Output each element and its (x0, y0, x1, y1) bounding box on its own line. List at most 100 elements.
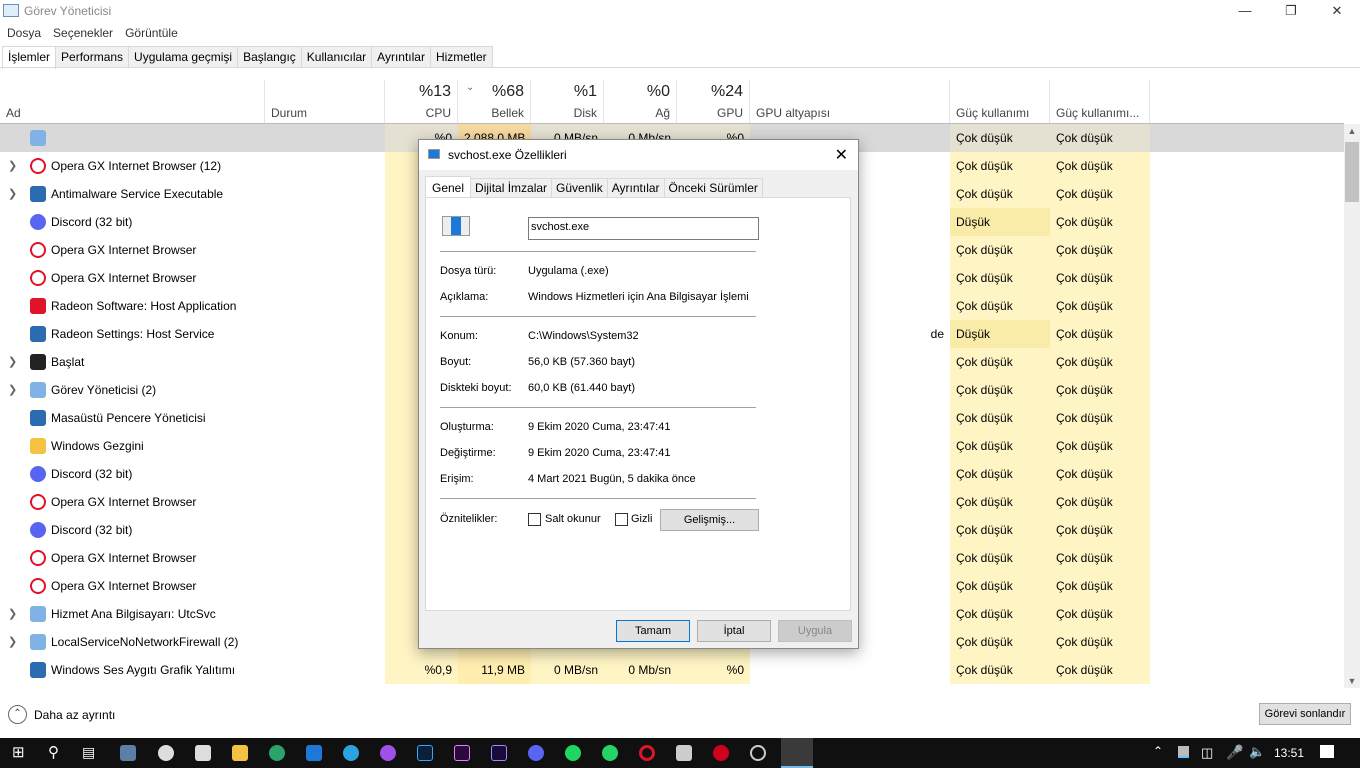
column-power[interactable]: Güç kullanımı (950, 80, 1050, 124)
tab-hizmetler[interactable]: Hizmetler (430, 46, 493, 68)
tab-kullanicilar[interactable]: Kullanıcılar (301, 46, 373, 68)
tab-islemler[interactable]: İşlemler (2, 46, 57, 69)
microphone-icon[interactable]: 🎤 (1226, 744, 1243, 761)
media-icon[interactable] (713, 745, 729, 761)
minimize-button[interactable]: — (1222, 0, 1268, 22)
scrollbar-thumb[interactable] (1345, 142, 1359, 202)
menu-secenekler[interactable]: Seçenekler (53, 22, 113, 44)
tab-performans[interactable]: Performans (56, 46, 130, 68)
close-button[interactable]: ✕ (1314, 0, 1360, 22)
column-memory[interactable]: ⌄ %68 Bellek (458, 80, 531, 124)
gpu-engine-cell (750, 656, 950, 684)
maximize-button[interactable]: ❐ (1268, 0, 1314, 22)
advanced-button[interactable]: Gelişmiş... (660, 509, 759, 531)
search-icon[interactable]: ⚲ (48, 743, 59, 761)
start-windows-icon[interactable]: ⊞ (12, 745, 25, 760)
power-cell: Çok düşük (950, 572, 1050, 600)
expand-chevron-icon[interactable]: ❯ (8, 180, 17, 208)
network-icon[interactable]: ◫ (1201, 745, 1213, 761)
opera-gx-icon[interactable] (639, 745, 655, 761)
volume-icon[interactable]: 🔈 (1249, 744, 1265, 760)
column-gpu[interactable]: %24 GPU (677, 80, 750, 124)
power-cell: Çok düşük (950, 404, 1050, 432)
task-view-icon[interactable]: ▤ (82, 744, 95, 761)
store-icon[interactable] (195, 745, 211, 761)
hidden-checkbox[interactable] (615, 513, 628, 526)
show-hidden-icons-icon[interactable]: ⌃ (1153, 744, 1163, 758)
scrollbar[interactable]: ▲ ▼ (1344, 124, 1360, 688)
readonly-checkbox[interactable] (528, 513, 541, 526)
after-effects-icon[interactable] (491, 745, 507, 761)
premiere-icon[interactable] (454, 745, 470, 761)
file-explorer-icon[interactable] (232, 745, 248, 761)
power-trend-cell: Çok düşük (1050, 208, 1150, 236)
column-gpu-engine[interactable]: GPU altyapısı (750, 80, 950, 124)
column-disk[interactable]: %1 Disk (531, 80, 604, 124)
cancel-button[interactable]: İptal (697, 620, 771, 642)
expand-chevron-icon[interactable]: ❯ (8, 376, 17, 404)
footer: ⌃ Daha az ayrıntı Görevi sonlandır (0, 700, 1360, 730)
column-name[interactable]: Ad (0, 80, 265, 124)
process-name: Radeon Software: Host Application (51, 299, 237, 313)
process-name: Discord (32 bit) (51, 523, 133, 537)
scroll-down-icon[interactable]: ▼ (1344, 676, 1360, 686)
expand-chevron-icon[interactable]: ❯ (8, 600, 17, 628)
tab-genel[interactable]: Genel (425, 176, 472, 198)
expand-chevron-icon[interactable]: ❯ (8, 628, 17, 656)
column-status[interactable]: Durum (265, 80, 385, 124)
xbox-icon[interactable] (158, 745, 174, 761)
column-network[interactable]: %0 Ağ (604, 80, 677, 124)
discord-icon (30, 522, 46, 538)
power-cell: Çok düşük (950, 460, 1050, 488)
power-cell: Çok düşük (950, 432, 1050, 460)
telegram-icon[interactable] (343, 745, 359, 761)
tab-dijital-imzalar[interactable]: Dijital İmzalar (471, 178, 553, 198)
modified-value: 9 Ekim 2020 Cuma, 23:47:41 (528, 447, 671, 459)
menu-goruntule[interactable]: Görüntüle (125, 22, 178, 44)
battery-icon[interactable] (1178, 746, 1189, 758)
spotify-icon[interactable] (565, 745, 581, 761)
cpu-cell: %0,9 (385, 656, 458, 684)
column-power-trend[interactable]: Güç kullanımı... (1050, 80, 1150, 124)
column-label: CPU (425, 106, 451, 120)
task-manager-taskbar-button[interactable] (781, 738, 813, 768)
expand-chevron-icon[interactable]: ❯ (8, 152, 17, 180)
photoshop-icon[interactable] (417, 745, 433, 761)
mail-icon[interactable] (306, 745, 322, 761)
readonly-label[interactable]: Salt okunur (545, 513, 601, 525)
tab-guvenlik[interactable]: Güvenlik (552, 178, 608, 198)
column-cpu[interactable]: %13 CPU (385, 80, 458, 124)
obs-icon[interactable] (750, 745, 766, 761)
menu-dosya[interactable]: Dosya (7, 22, 41, 44)
opera-icon (30, 550, 46, 566)
divider (0, 67, 1360, 68)
power-cell: Düşük (950, 320, 1050, 348)
process-name: Opera GX Internet Browser (51, 579, 197, 593)
scroll-up-icon[interactable]: ▲ (1344, 126, 1360, 136)
app-icon[interactable] (120, 745, 136, 761)
taskmgr-icon (30, 382, 46, 398)
power-cell: Çok düşük (950, 628, 1050, 656)
tab-onceki-surumler[interactable]: Önceki Sürümler (664, 178, 763, 198)
notifications-icon[interactable] (1320, 745, 1334, 758)
process-row[interactable]: Windows Ses Aygıtı Grafik Yalıtımı %0,9 11… (0, 656, 1344, 684)
filename-input[interactable]: svchost.exe (528, 217, 759, 240)
expand-chevron-icon[interactable]: ❯ (8, 348, 17, 376)
less-details-link[interactable]: Daha az ayrıntı (34, 708, 115, 722)
end-task-button[interactable]: Görevi sonlandır (1259, 703, 1351, 725)
whatsapp-icon[interactable] (602, 745, 618, 761)
tab-ayrintilar[interactable]: Ayrıntılar (607, 178, 665, 198)
tab-ayrintilar[interactable]: Ayrıntılar (372, 46, 431, 68)
app-icon[interactable] (676, 745, 692, 761)
tab-baslangic[interactable]: Başlangıç (238, 46, 302, 68)
ok-button[interactable]: Tamam (616, 620, 690, 642)
collapse-chevron-icon[interactable]: ⌃ (8, 705, 27, 724)
clock[interactable]: 13:51 (1274, 746, 1304, 760)
messenger-icon[interactable] (380, 745, 396, 761)
dialog-close-button[interactable]: ✕ (835, 145, 848, 165)
hidden-label[interactable]: Gizli (631, 513, 652, 525)
discord-icon[interactable] (528, 745, 544, 761)
edge-icon[interactable] (269, 745, 285, 761)
process-name: Discord (32 bit) (51, 467, 133, 481)
tab-uygulama-gecmisi[interactable]: Uygulama geçmişi (129, 46, 239, 68)
